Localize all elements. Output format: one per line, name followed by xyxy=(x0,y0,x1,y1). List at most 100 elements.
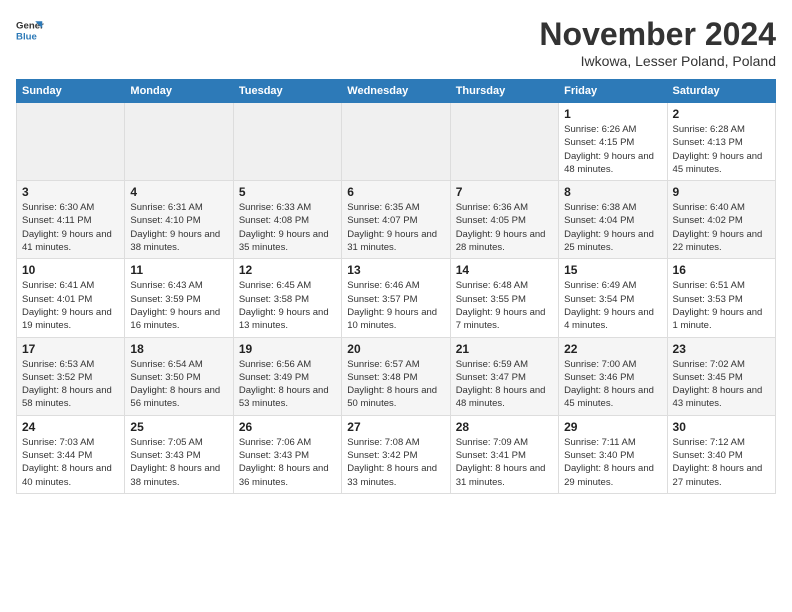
day-info: Sunrise: 6:33 AMSunset: 4:08 PMDaylight:… xyxy=(239,201,336,254)
calendar-cell: 13 Sunrise: 6:46 AMSunset: 3:57 PMDayligh… xyxy=(342,259,450,337)
day-info: Sunrise: 6:26 AMSunset: 4:15 PMDaylight:… xyxy=(564,123,661,176)
calendar-cell: 30Sunrise: 7:12 AMSunset: 3:40 PMDayligh… xyxy=(667,415,775,493)
calendar-cell: 7 Sunrise: 6:36 AMSunset: 4:05 PMDaylight… xyxy=(450,181,558,259)
header-sunday: Sunday xyxy=(17,80,125,103)
calendar-cell: 15 Sunrise: 6:49 AMSunset: 3:54 PMDayligh… xyxy=(559,259,667,337)
day-number: 4 xyxy=(130,185,227,199)
calendar-cell: 3 Sunrise: 6:30 AMSunset: 4:11 PMDaylight… xyxy=(17,181,125,259)
calendar-cell: 24Sunrise: 7:03 AMSunset: 3:44 PMDayligh… xyxy=(17,415,125,493)
calendar-cell: 2 Sunrise: 6:28 AMSunset: 4:13 PMDaylight… xyxy=(667,103,775,181)
day-number: 15 xyxy=(564,263,661,277)
day-info: Sunrise: 6:49 AMSunset: 3:54 PMDaylight:… xyxy=(564,279,661,332)
day-info: Sunrise: 7:00 AMSunset: 3:46 PMDaylight:… xyxy=(564,358,661,411)
calendar-cell: 4 Sunrise: 6:31 AMSunset: 4:10 PMDaylight… xyxy=(125,181,233,259)
calendar-cell: 18 Sunrise: 6:54 AMSunset: 3:50 PMDayligh… xyxy=(125,337,233,415)
day-number: 26 xyxy=(239,420,336,434)
day-number: 24 xyxy=(22,420,119,434)
svg-text:Blue: Blue xyxy=(16,32,37,43)
calendar-week-1: 1 Sunrise: 6:26 AMSunset: 4:15 PMDaylight… xyxy=(17,103,776,181)
day-info: Sunrise: 6:53 AMSunset: 3:52 PMDaylight:… xyxy=(22,358,119,411)
day-info: Sunrise: 6:46 AMSunset: 3:57 PMDaylight:… xyxy=(347,279,444,332)
page-header: General Blue November 2024 Iwkowa, Lesse… xyxy=(16,16,776,69)
calendar-week-3: 10Sunrise: 6:41 AMSunset: 4:01 PMDayligh… xyxy=(17,259,776,337)
calendar-cell: 23 Sunrise: 7:02 AMSunset: 3:45 PMDayligh… xyxy=(667,337,775,415)
day-info: Sunrise: 6:40 AMSunset: 4:02 PMDaylight:… xyxy=(673,201,770,254)
day-number: 11 xyxy=(130,263,227,277)
day-info: Sunrise: 6:51 AMSunset: 3:53 PMDaylight:… xyxy=(673,279,770,332)
day-info: Sunrise: 6:36 AMSunset: 4:05 PMDaylight:… xyxy=(456,201,553,254)
header-row: Sunday Monday Tuesday Wednesday Thursday… xyxy=(17,80,776,103)
calendar-cell: 11 Sunrise: 6:43 AMSunset: 3:59 PMDayligh… xyxy=(125,259,233,337)
calendar-cell: 28Sunrise: 7:09 AMSunset: 3:41 PMDayligh… xyxy=(450,415,558,493)
day-info: Sunrise: 7:09 AMSunset: 3:41 PMDaylight:… xyxy=(456,436,553,489)
day-number: 3 xyxy=(22,185,119,199)
day-info: Sunrise: 6:41 AMSunset: 4:01 PMDaylight:… xyxy=(22,279,119,332)
location-title: Iwkowa, Lesser Poland, Poland xyxy=(539,53,776,69)
logo: General Blue xyxy=(16,16,48,44)
day-info: Sunrise: 6:54 AMSunset: 3:50 PMDaylight:… xyxy=(130,358,227,411)
calendar-cell: 5 Sunrise: 6:33 AMSunset: 4:08 PMDaylight… xyxy=(233,181,341,259)
day-info: Sunrise: 6:28 AMSunset: 4:13 PMDaylight:… xyxy=(673,123,770,176)
day-number: 17 xyxy=(22,342,119,356)
day-number: 23 xyxy=(673,342,770,356)
day-info: Sunrise: 7:05 AMSunset: 3:43 PMDaylight:… xyxy=(130,436,227,489)
calendar-cell xyxy=(125,103,233,181)
calendar-week-4: 17 Sunrise: 6:53 AMSunset: 3:52 PMDayligh… xyxy=(17,337,776,415)
day-number: 1 xyxy=(564,107,661,121)
day-info: Sunrise: 7:11 AMSunset: 3:40 PMDaylight:… xyxy=(564,436,661,489)
calendar-header: Sunday Monday Tuesday Wednesday Thursday… xyxy=(17,80,776,103)
day-number: 7 xyxy=(456,185,553,199)
calendar-cell: 6Sunrise: 6:35 AMSunset: 4:07 PMDaylight… xyxy=(342,181,450,259)
calendar-table: Sunday Monday Tuesday Wednesday Thursday… xyxy=(16,79,776,494)
calendar-cell: 8 Sunrise: 6:38 AMSunset: 4:04 PMDaylight… xyxy=(559,181,667,259)
day-number: 9 xyxy=(673,185,770,199)
header-friday: Friday xyxy=(559,80,667,103)
day-info: Sunrise: 6:30 AMSunset: 4:11 PMDaylight:… xyxy=(22,201,119,254)
calendar-week-5: 24Sunrise: 7:03 AMSunset: 3:44 PMDayligh… xyxy=(17,415,776,493)
calendar-week-2: 3 Sunrise: 6:30 AMSunset: 4:11 PMDaylight… xyxy=(17,181,776,259)
calendar-cell: 19Sunrise: 6:56 AMSunset: 3:49 PMDayligh… xyxy=(233,337,341,415)
day-number: 5 xyxy=(239,185,336,199)
calendar-cell: 17 Sunrise: 6:53 AMSunset: 3:52 PMDayligh… xyxy=(17,337,125,415)
day-number: 18 xyxy=(130,342,227,356)
day-info: Sunrise: 6:48 AMSunset: 3:55 PMDaylight:… xyxy=(456,279,553,332)
day-number: 14 xyxy=(456,263,553,277)
calendar-cell: 14 Sunrise: 6:48 AMSunset: 3:55 PMDayligh… xyxy=(450,259,558,337)
day-number: 12 xyxy=(239,263,336,277)
day-number: 8 xyxy=(564,185,661,199)
header-monday: Monday xyxy=(125,80,233,103)
calendar-cell: 1 Sunrise: 6:26 AMSunset: 4:15 PMDaylight… xyxy=(559,103,667,181)
calendar-cell: 12 Sunrise: 6:45 AMSunset: 3:58 PMDayligh… xyxy=(233,259,341,337)
day-number: 16 xyxy=(673,263,770,277)
day-info: Sunrise: 6:45 AMSunset: 3:58 PMDaylight:… xyxy=(239,279,336,332)
calendar-cell: 9 Sunrise: 6:40 AMSunset: 4:02 PMDaylight… xyxy=(667,181,775,259)
calendar-body: 1 Sunrise: 6:26 AMSunset: 4:15 PMDaylight… xyxy=(17,103,776,494)
month-title: November 2024 xyxy=(539,16,776,53)
day-info: Sunrise: 6:31 AMSunset: 4:10 PMDaylight:… xyxy=(130,201,227,254)
day-info: Sunrise: 7:06 AMSunset: 3:43 PMDaylight:… xyxy=(239,436,336,489)
day-number: 13 xyxy=(347,263,444,277)
day-info: Sunrise: 6:56 AMSunset: 3:49 PMDaylight:… xyxy=(239,358,336,411)
day-number: 21 xyxy=(456,342,553,356)
day-number: 22 xyxy=(564,342,661,356)
calendar-cell: 29Sunrise: 7:11 AMSunset: 3:40 PMDayligh… xyxy=(559,415,667,493)
day-info: Sunrise: 7:02 AMSunset: 3:45 PMDaylight:… xyxy=(673,358,770,411)
title-section: November 2024 Iwkowa, Lesser Poland, Pol… xyxy=(539,16,776,69)
calendar-cell: 25 Sunrise: 7:05 AMSunset: 3:43 PMDayligh… xyxy=(125,415,233,493)
day-number: 30 xyxy=(673,420,770,434)
calendar-cell xyxy=(450,103,558,181)
day-number: 25 xyxy=(130,420,227,434)
calendar-cell: 22 Sunrise: 7:00 AMSunset: 3:46 PMDayligh… xyxy=(559,337,667,415)
day-info: Sunrise: 6:59 AMSunset: 3:47 PMDaylight:… xyxy=(456,358,553,411)
day-info: Sunrise: 6:43 AMSunset: 3:59 PMDaylight:… xyxy=(130,279,227,332)
day-number: 2 xyxy=(673,107,770,121)
calendar-cell: 27Sunrise: 7:08 AMSunset: 3:42 PMDayligh… xyxy=(342,415,450,493)
calendar-cell xyxy=(17,103,125,181)
calendar-cell xyxy=(342,103,450,181)
calendar-cell: 26 Sunrise: 7:06 AMSunset: 3:43 PMDayligh… xyxy=(233,415,341,493)
header-tuesday: Tuesday xyxy=(233,80,341,103)
day-number: 20 xyxy=(347,342,444,356)
day-info: Sunrise: 6:38 AMSunset: 4:04 PMDaylight:… xyxy=(564,201,661,254)
header-thursday: Thursday xyxy=(450,80,558,103)
calendar-cell: 16 Sunrise: 6:51 AMSunset: 3:53 PMDayligh… xyxy=(667,259,775,337)
